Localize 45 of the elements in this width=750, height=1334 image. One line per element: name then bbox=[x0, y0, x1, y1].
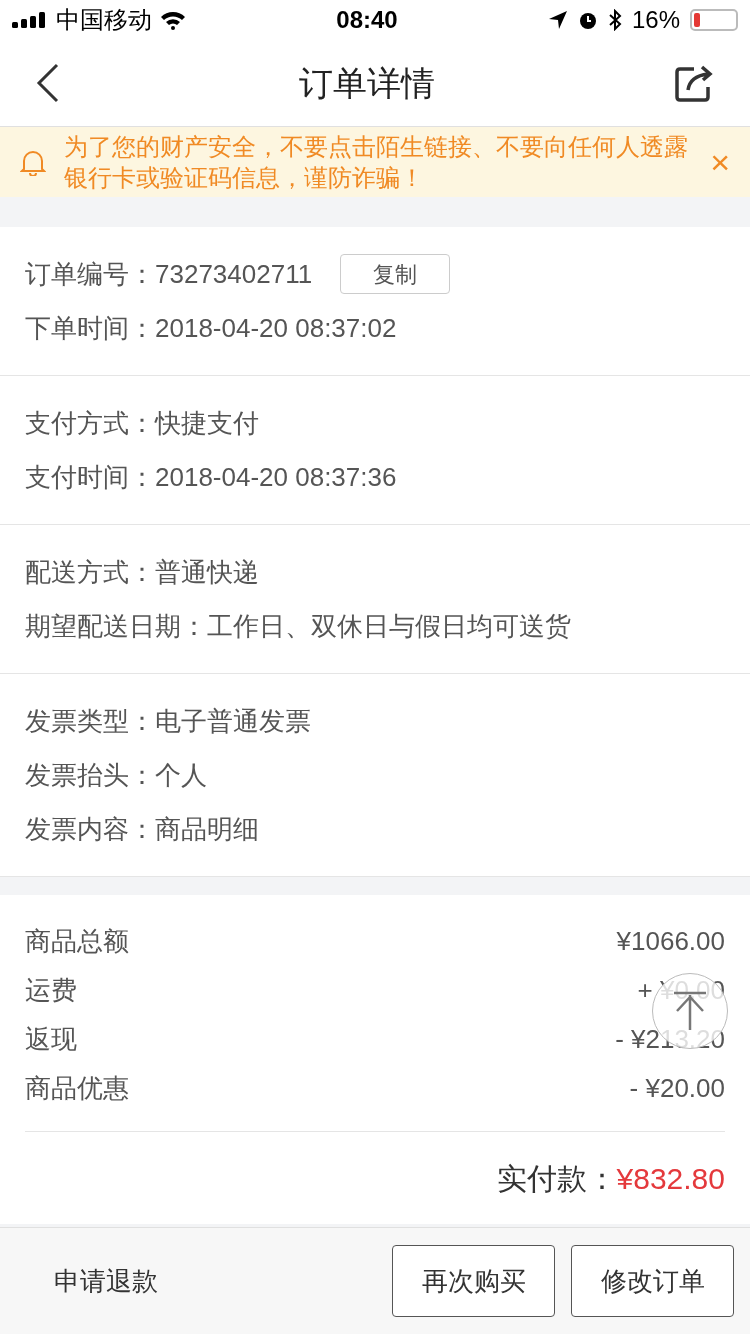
field-label: 配送方式： bbox=[25, 555, 155, 589]
copy-button[interactable]: 复制 bbox=[340, 254, 451, 294]
refund-link[interactable]: 申请退款 bbox=[16, 1261, 376, 1301]
field-value: 2018-04-20 08:37:36 bbox=[155, 460, 397, 494]
field-value: 普通快递 bbox=[155, 555, 259, 589]
clock-time: 08:40 bbox=[336, 5, 398, 35]
total-label: 实付款： bbox=[496, 1160, 617, 1197]
amount-label: 运费 bbox=[25, 974, 77, 1007]
amount-label: 商品优惠 bbox=[25, 1072, 129, 1105]
amount-value: - ¥20.00 bbox=[629, 1072, 725, 1105]
field-value: 商品明细 bbox=[155, 812, 259, 846]
field-value: 电子普通发票 bbox=[155, 704, 311, 738]
field-label: 发票内容： bbox=[25, 812, 155, 846]
bell-icon bbox=[20, 148, 46, 176]
field-value: 快捷支付 bbox=[155, 406, 259, 440]
carrier-name: 中国移动 bbox=[56, 5, 152, 35]
wifi-icon bbox=[160, 10, 186, 30]
field-value: 工作日、双休日与假日均可送货 bbox=[207, 609, 571, 643]
amount-label: 返现 bbox=[25, 1023, 77, 1056]
field-label: 发票抬头： bbox=[25, 758, 155, 792]
field-label: 订单编号： bbox=[25, 257, 155, 291]
warning-text: 为了您的财产安全，不要点击陌生链接、不要向任何人透露银行卡或验证码信息，谨防诈骗！ bbox=[64, 132, 689, 193]
order-action-button[interactable]: 修改订单 bbox=[571, 1245, 734, 1317]
field-label: 支付方式： bbox=[25, 406, 155, 440]
order-action-button[interactable]: 再次购买 bbox=[392, 1245, 555, 1317]
back-icon[interactable] bbox=[36, 63, 60, 103]
page-title: 订单详情 bbox=[299, 62, 435, 104]
total-amount: ¥832.80 bbox=[616, 1160, 725, 1197]
field-value: 73273402711 bbox=[155, 257, 313, 291]
field-value: 个人 bbox=[155, 758, 207, 792]
location-arrow-icon bbox=[547, 10, 568, 30]
alarm-clock-icon bbox=[577, 10, 598, 30]
battery-percent: 16% bbox=[631, 5, 680, 35]
field-value: 2018-04-20 08:37:02 bbox=[155, 311, 397, 345]
bluetooth-icon bbox=[607, 9, 622, 31]
field-label: 支付时间： bbox=[25, 460, 155, 494]
amount-value: ¥1066.00 bbox=[616, 925, 725, 958]
share-icon[interactable] bbox=[674, 63, 714, 103]
field-label: 期望配送日期： bbox=[25, 609, 207, 643]
battery-icon bbox=[690, 9, 738, 31]
field-label: 下单时间： bbox=[25, 311, 155, 345]
amount-label: 商品总额 bbox=[25, 925, 129, 958]
signal-icon bbox=[12, 12, 48, 28]
amount-value: - ¥213.20 bbox=[615, 1023, 725, 1056]
field-label: 发票类型： bbox=[25, 704, 155, 738]
